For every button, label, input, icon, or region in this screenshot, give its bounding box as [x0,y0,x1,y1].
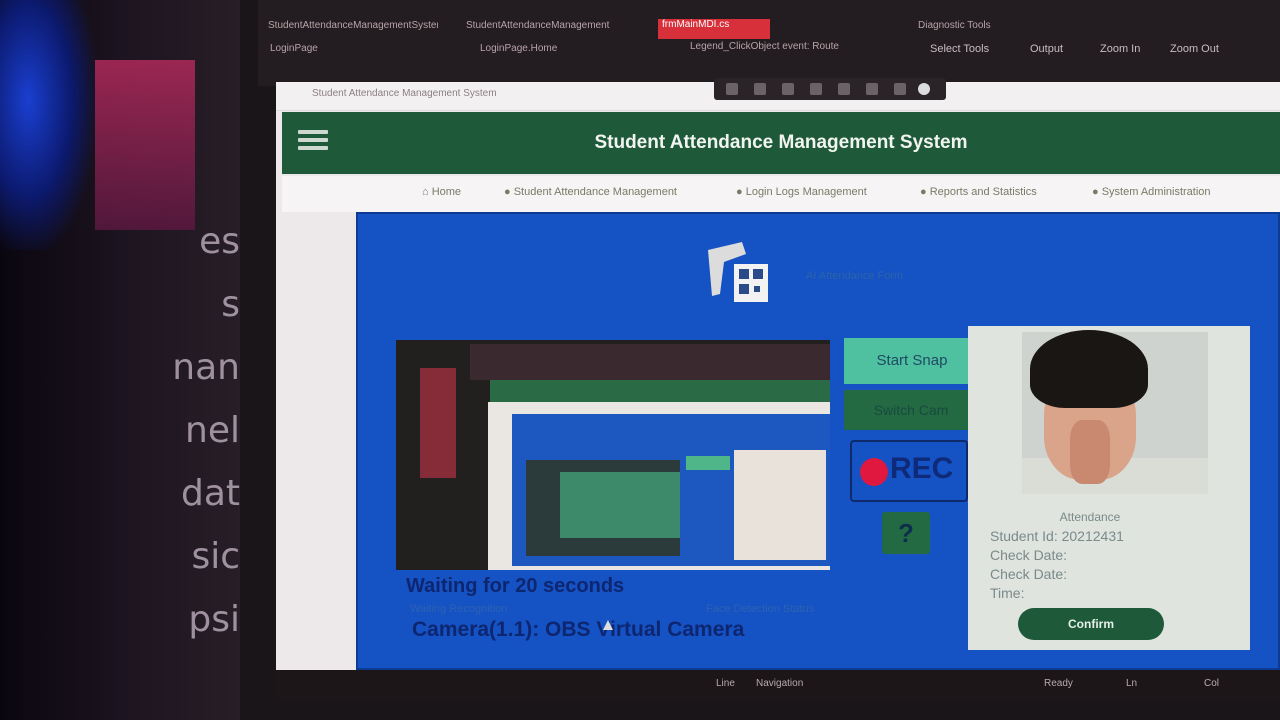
info-line: Check Date: [990,566,1068,582]
editor-doc-tab[interactable]: LoginPage [270,43,370,63]
student-photo-detail [1070,420,1110,484]
camera-source-label: Camera(1.1): OBS Virtual Camera [412,618,745,641]
bg-text-fragment: nel [185,410,240,451]
mouse-cursor-icon [603,620,613,630]
info-line: Check Date: [990,547,1068,563]
nav-label: Student Attendance Management [513,186,677,198]
logo-caption: AI Attendance Form [806,270,904,282]
student-photo-detail [1030,330,1148,408]
toolbar-select-tools[interactable]: Select Tools [930,43,989,55]
toolbar-icon[interactable] [782,83,794,95]
nav-label: System Administration [1101,186,1211,198]
camera-feed-detail [734,450,826,560]
editor-file-tab[interactable]: StudentAttendanceManagement [466,20,626,40]
info-line: Time: [990,585,1025,601]
toolbar-icon[interactable] [894,83,906,95]
camera-feed-detail [470,344,830,380]
blue-light-glow [0,0,95,250]
status-item: Line [716,678,735,689]
window-title: Student Attendance Management System [312,88,497,99]
camera-feed-detail [686,456,730,470]
nav-item-home[interactable]: ⌂ Home [422,186,461,198]
pink-light-glow [95,60,195,230]
nav-item-admin[interactable]: ● System Administration [1092,186,1211,198]
background-monitor-text: es s nan nel dat sic psi [120,210,240,690]
nav-label: Home [431,186,462,198]
bg-text-fragment: es [199,221,240,262]
confirm-button[interactable]: Confirm [1018,608,1164,640]
switch-cam-button[interactable]: Switch Cam [844,390,978,430]
status-item: Col [1204,678,1220,689]
record-dot-icon [860,458,888,486]
status-item[interactable]: Navigation [756,678,803,689]
help-button[interactable]: ? [882,512,930,554]
waiting-status: Waiting for 20 seconds [406,575,625,597]
nav-label: Reports and Statistics [929,186,1037,198]
camera-toolbar [714,78,946,100]
editor-file-tab[interactable]: Diagnostic Tools [918,20,1028,40]
bg-text-fragment: psi [188,599,240,640]
toolbar-zoom-in[interactable]: Zoom In [1100,43,1140,55]
nav-item-attendance[interactable]: ● Student Attendance Management [504,186,677,198]
toolbar-icon[interactable] [726,83,738,95]
editor-doc-tab[interactable]: LoginPage.Home [480,43,590,63]
nav-item-reports[interactable]: ● Reports and Statistics [920,186,1037,198]
camera-feed-detail [420,368,456,478]
toolbar-zoom-out[interactable]: Zoom Out [1170,43,1219,55]
start-snap-button[interactable]: Start Snap [844,338,980,384]
bg-text-fragment: dat [180,473,240,514]
record-label: REC [890,452,954,485]
nav-item-login-logs[interactable]: ● Login Logs Management [736,186,867,198]
info-line: Student Id: 20212431 [990,528,1124,544]
camera-feed-detail [490,380,830,402]
bg-text-fragment: sic [191,536,240,577]
status-item: Ln [1126,678,1138,689]
toolbar-icon[interactable] [810,83,822,95]
toolbar-icon[interactable] [838,83,850,95]
toolbar-icon[interactable] [866,83,878,95]
bg-text-fragment: s [221,284,240,325]
status-item: Ready [1044,678,1073,689]
recognition-status: Waiting Recognition [410,603,508,615]
editor-doc-tab[interactable]: Legend_ClickObject event: Route [690,41,890,61]
editor-file-tab[interactable]: StudentAttendanceManagementSystem.sln [268,20,438,40]
info-heading: Attendance [1059,510,1121,524]
scanner-logo-icon [702,236,772,308]
app-title: Student Attendance Management System [594,132,968,153]
editor-file-tab-active[interactable]: frmMainMDI.cs [658,19,770,39]
nav-label: Login Logs Management [745,186,867,198]
detection-status: Face Detection Status [706,603,815,615]
toolbar-icon[interactable] [754,83,766,95]
camera-feed-detail [560,472,680,538]
toolbar-output[interactable]: Output [1030,43,1063,55]
bg-text-fragment: nan [172,347,240,388]
record-toggle-icon[interactable] [918,83,930,95]
student-info: Attendance Student Id: 20212431 Check Da… [990,508,1190,603]
